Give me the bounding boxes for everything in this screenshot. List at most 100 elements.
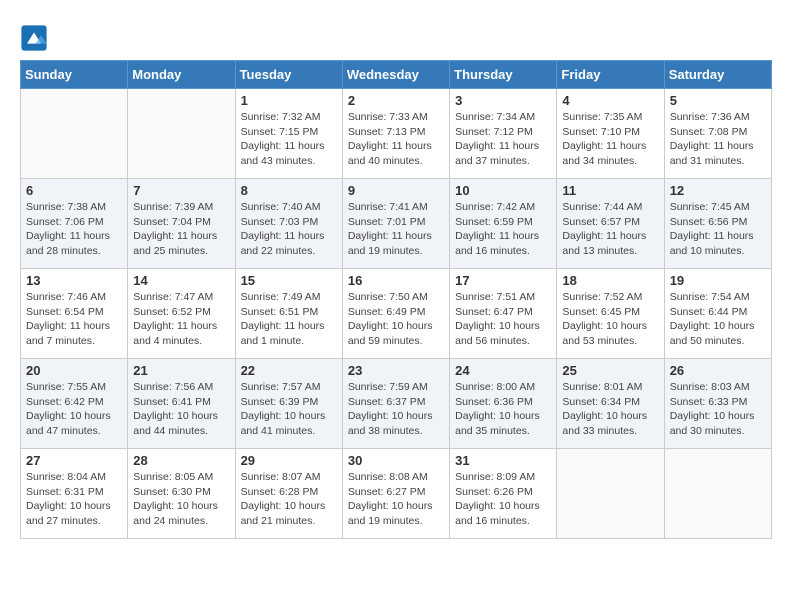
day-info: Sunrise: 7:47 AM Sunset: 6:52 PM Dayligh… — [133, 290, 229, 349]
week-row-5: 27Sunrise: 8:04 AM Sunset: 6:31 PM Dayli… — [21, 449, 772, 539]
day-number: 22 — [241, 363, 337, 378]
calendar-cell: 1 Sunrise: 7:32 AM Sunset: 7:15 PM Daylig… — [235, 89, 342, 179]
day-number: 29 — [241, 453, 337, 468]
day-info: Sunrise: 8:03 AM Sunset: 6:33 PM Dayligh… — [670, 380, 766, 439]
calendar-cell — [664, 449, 771, 539]
day-number: 3 — [455, 93, 551, 108]
weekday-header-sunday: Sunday — [21, 61, 128, 89]
day-info: Sunrise: 7:49 AM Sunset: 6:51 PM Dayligh… — [241, 290, 337, 349]
calendar-cell: 8 Sunrise: 7:40 AM Sunset: 7:03 PM Daylig… — [235, 179, 342, 269]
day-number: 16 — [348, 273, 444, 288]
day-info: Sunrise: 7:39 AM Sunset: 7:04 PM Dayligh… — [133, 200, 229, 259]
calendar-cell: 23 Sunrise: 7:59 AM Sunset: 6:37 PM Dayli… — [342, 359, 449, 449]
calendar-cell: 21 Sunrise: 7:56 AM Sunset: 6:41 PM Dayli… — [128, 359, 235, 449]
day-info: Sunrise: 7:40 AM Sunset: 7:03 PM Dayligh… — [241, 200, 337, 259]
weekday-header-saturday: Saturday — [664, 61, 771, 89]
calendar-cell: 19 Sunrise: 7:54 AM Sunset: 6:44 PM Dayli… — [664, 269, 771, 359]
calendar-cell: 28 Sunrise: 8:05 AM Sunset: 6:30 PM Dayli… — [128, 449, 235, 539]
calendar-cell: 7 Sunrise: 7:39 AM Sunset: 7:04 PM Daylig… — [128, 179, 235, 269]
day-number: 18 — [562, 273, 658, 288]
day-number: 27 — [26, 453, 122, 468]
calendar-cell: 18 Sunrise: 7:52 AM Sunset: 6:45 PM Dayli… — [557, 269, 664, 359]
day-number: 30 — [348, 453, 444, 468]
day-number: 12 — [670, 183, 766, 198]
day-info: Sunrise: 7:38 AM Sunset: 7:06 PM Dayligh… — [26, 200, 122, 259]
calendar-cell: 13 Sunrise: 7:46 AM Sunset: 6:54 PM Dayli… — [21, 269, 128, 359]
day-info: Sunrise: 7:32 AM Sunset: 7:15 PM Dayligh… — [241, 110, 337, 169]
day-info: Sunrise: 7:42 AM Sunset: 6:59 PM Dayligh… — [455, 200, 551, 259]
day-number: 2 — [348, 93, 444, 108]
day-info: Sunrise: 7:41 AM Sunset: 7:01 PM Dayligh… — [348, 200, 444, 259]
day-info: Sunrise: 7:44 AM Sunset: 6:57 PM Dayligh… — [562, 200, 658, 259]
day-number: 8 — [241, 183, 337, 198]
day-info: Sunrise: 7:33 AM Sunset: 7:13 PM Dayligh… — [348, 110, 444, 169]
calendar-cell: 5 Sunrise: 7:36 AM Sunset: 7:08 PM Daylig… — [664, 89, 771, 179]
calendar-cell: 16 Sunrise: 7:50 AM Sunset: 6:49 PM Dayli… — [342, 269, 449, 359]
day-info: Sunrise: 7:45 AM Sunset: 6:56 PM Dayligh… — [670, 200, 766, 259]
day-number: 24 — [455, 363, 551, 378]
day-number: 7 — [133, 183, 229, 198]
day-number: 13 — [26, 273, 122, 288]
calendar-cell: 12 Sunrise: 7:45 AM Sunset: 6:56 PM Dayli… — [664, 179, 771, 269]
calendar-cell: 3Sunrise: 7:34 AM Sunset: 7:12 PM Daylig… — [450, 89, 557, 179]
calendar-cell: 29 Sunrise: 8:07 AM Sunset: 6:28 PM Dayli… — [235, 449, 342, 539]
calendar-cell: 4 Sunrise: 7:35 AM Sunset: 7:10 PM Daylig… — [557, 89, 664, 179]
logo-icon — [20, 24, 48, 52]
day-info: Sunrise: 8:05 AM Sunset: 6:30 PM Dayligh… — [133, 470, 229, 529]
day-number: 21 — [133, 363, 229, 378]
calendar-cell: 30 Sunrise: 8:08 AM Sunset: 6:27 PM Dayli… — [342, 449, 449, 539]
day-number: 6 — [26, 183, 122, 198]
day-info: Sunrise: 7:57 AM Sunset: 6:39 PM Dayligh… — [241, 380, 337, 439]
day-info: Sunrise: 8:08 AM Sunset: 6:27 PM Dayligh… — [348, 470, 444, 529]
day-number: 31 — [455, 453, 551, 468]
page-header — [20, 20, 772, 52]
day-number: 25 — [562, 363, 658, 378]
calendar-cell: 2 Sunrise: 7:33 AM Sunset: 7:13 PM Daylig… — [342, 89, 449, 179]
day-number: 11 — [562, 183, 658, 198]
week-row-3: 13 Sunrise: 7:46 AM Sunset: 6:54 PM Dayli… — [21, 269, 772, 359]
weekday-header-wednesday: Wednesday — [342, 61, 449, 89]
day-number: 26 — [670, 363, 766, 378]
day-number: 19 — [670, 273, 766, 288]
calendar-cell: 22 Sunrise: 7:57 AM Sunset: 6:39 PM Dayli… — [235, 359, 342, 449]
day-number: 23 — [348, 363, 444, 378]
calendar-cell: 10 Sunrise: 7:42 AM Sunset: 6:59 PM Dayli… — [450, 179, 557, 269]
day-info: Sunrise: 7:55 AM Sunset: 6:42 PM Dayligh… — [26, 380, 122, 439]
day-number: 14 — [133, 273, 229, 288]
day-number: 17 — [455, 273, 551, 288]
day-info: Sunrise: 7:36 AM Sunset: 7:08 PM Dayligh… — [670, 110, 766, 169]
weekday-header-row: SundayMondayTuesdayWednesdayThursdayFrid… — [21, 61, 772, 89]
week-row-1: 1 Sunrise: 7:32 AM Sunset: 7:15 PM Daylig… — [21, 89, 772, 179]
day-info: Sunrise: 7:59 AM Sunset: 6:37 PM Dayligh… — [348, 380, 444, 439]
day-number: 4 — [562, 93, 658, 108]
calendar-cell: 11 Sunrise: 7:44 AM Sunset: 6:57 PM Dayli… — [557, 179, 664, 269]
logo — [20, 24, 52, 52]
day-info: Sunrise: 7:35 AM Sunset: 7:10 PM Dayligh… — [562, 110, 658, 169]
day-number: 1 — [241, 93, 337, 108]
calendar-cell: 14 Sunrise: 7:47 AM Sunset: 6:52 PM Dayli… — [128, 269, 235, 359]
weekday-header-tuesday: Tuesday — [235, 61, 342, 89]
calendar-cell: 15 Sunrise: 7:49 AM Sunset: 6:51 PM Dayli… — [235, 269, 342, 359]
day-info: Sunrise: 7:54 AM Sunset: 6:44 PM Dayligh… — [670, 290, 766, 349]
weekday-header-monday: Monday — [128, 61, 235, 89]
day-info: Sunrise: 7:50 AM Sunset: 6:49 PM Dayligh… — [348, 290, 444, 349]
calendar-cell: 27Sunrise: 8:04 AM Sunset: 6:31 PM Dayli… — [21, 449, 128, 539]
day-number: 9 — [348, 183, 444, 198]
day-info: Sunrise: 7:46 AM Sunset: 6:54 PM Dayligh… — [26, 290, 122, 349]
day-info: Sunrise: 8:01 AM Sunset: 6:34 PM Dayligh… — [562, 380, 658, 439]
weekday-header-thursday: Thursday — [450, 61, 557, 89]
calendar-cell — [21, 89, 128, 179]
calendar-cell: 25 Sunrise: 8:01 AM Sunset: 6:34 PM Dayli… — [557, 359, 664, 449]
day-number: 15 — [241, 273, 337, 288]
day-number: 5 — [670, 93, 766, 108]
calendar-cell — [128, 89, 235, 179]
weekday-header-friday: Friday — [557, 61, 664, 89]
week-row-4: 20Sunrise: 7:55 AM Sunset: 6:42 PM Dayli… — [21, 359, 772, 449]
day-number: 10 — [455, 183, 551, 198]
day-number: 28 — [133, 453, 229, 468]
day-info: Sunrise: 8:07 AM Sunset: 6:28 PM Dayligh… — [241, 470, 337, 529]
day-info: Sunrise: 7:52 AM Sunset: 6:45 PM Dayligh… — [562, 290, 658, 349]
calendar-cell — [557, 449, 664, 539]
day-info: Sunrise: 7:56 AM Sunset: 6:41 PM Dayligh… — [133, 380, 229, 439]
calendar-cell: 20Sunrise: 7:55 AM Sunset: 6:42 PM Dayli… — [21, 359, 128, 449]
